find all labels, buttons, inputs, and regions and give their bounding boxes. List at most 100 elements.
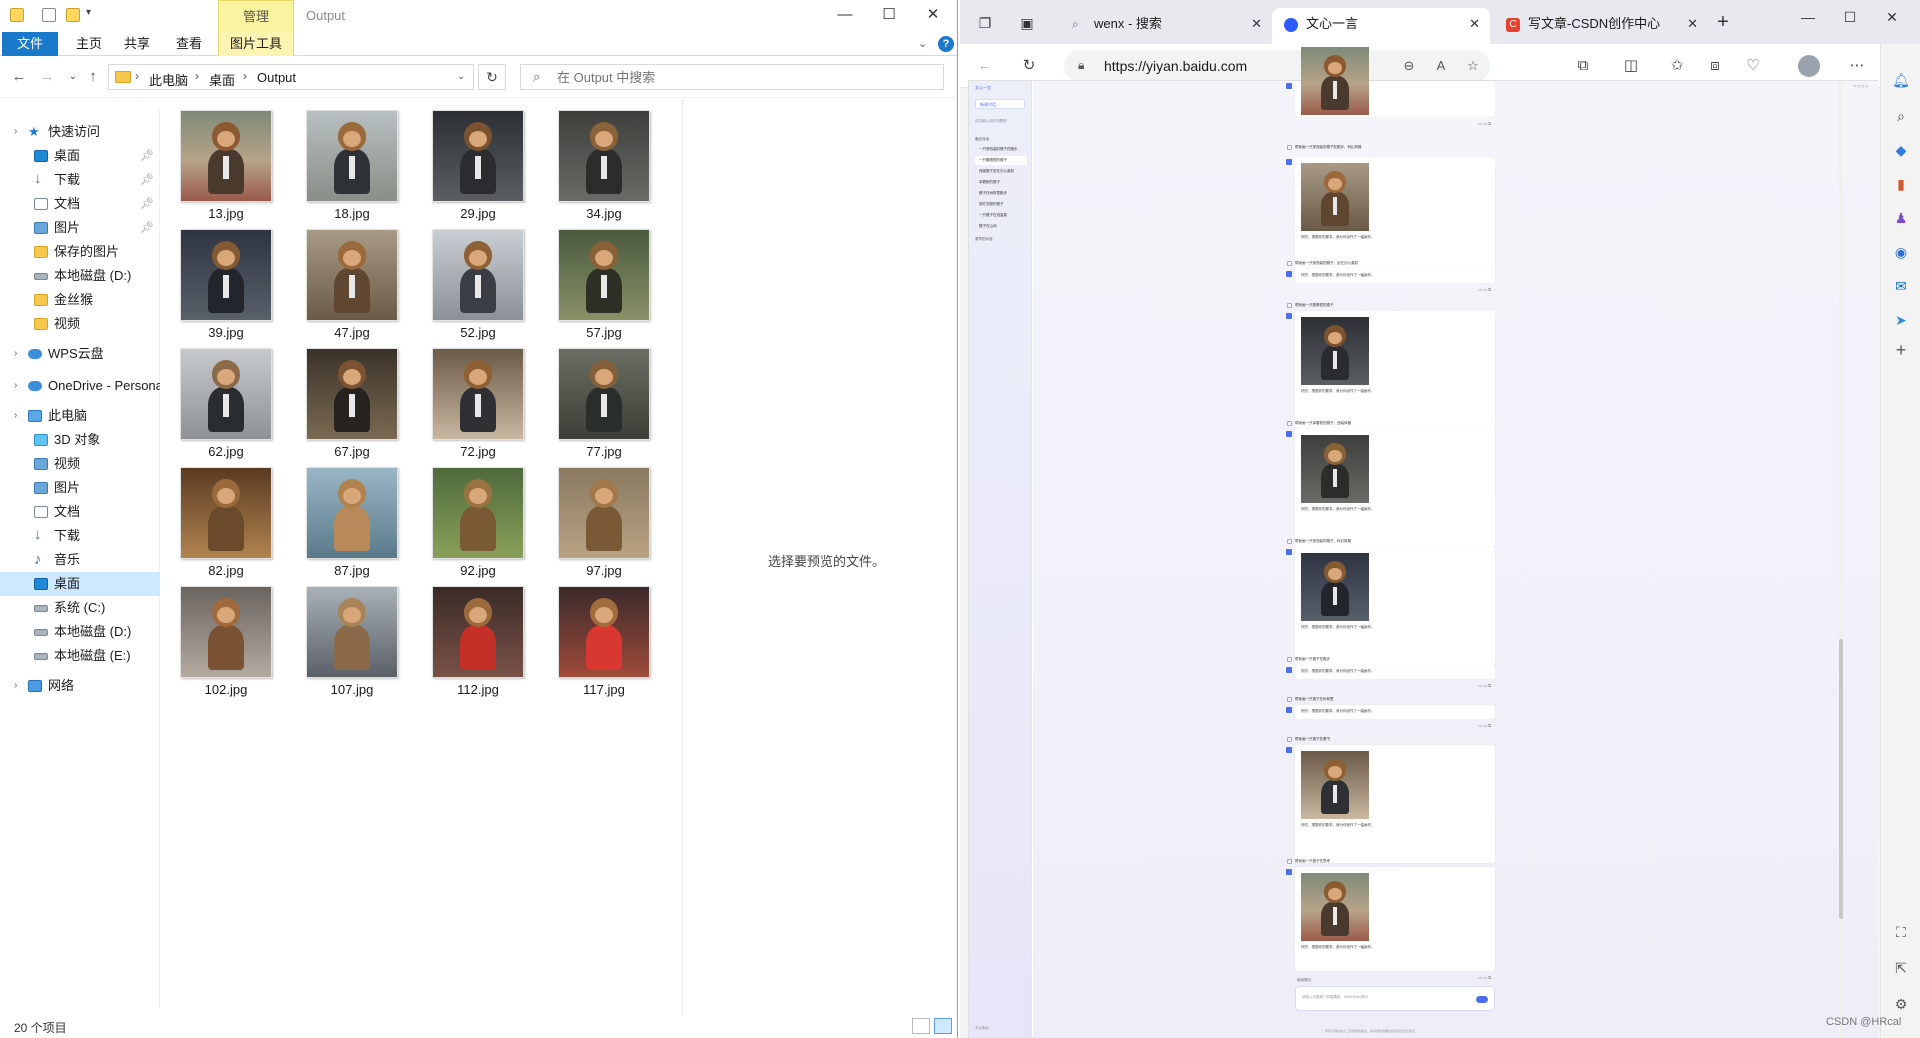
thumbnail-image[interactable] bbox=[432, 348, 524, 440]
generated-image[interactable] bbox=[1301, 873, 1369, 941]
history-item[interactable]: 拿着枪的猴子 bbox=[975, 178, 1027, 187]
file-thumbnail[interactable]: 52.jpg bbox=[418, 219, 524, 340]
answer-feedback-icons[interactable]: 👍︎ 👎︎ ⧉ bbox=[1478, 121, 1491, 127]
nav-item[interactable]: 金丝猴 bbox=[0, 288, 160, 312]
preview-pane-divider[interactable] bbox=[682, 100, 683, 1020]
expand-chevron-icon[interactable]: › bbox=[14, 404, 17, 428]
address-bar[interactable]: › 此电脑 › 桌面 › Output ⌄ bbox=[108, 64, 474, 90]
file-thumbnail[interactable]: 87.jpg bbox=[292, 457, 398, 578]
generated-image[interactable] bbox=[1301, 553, 1369, 621]
nav-item[interactable]: › OneDrive - Persona bbox=[0, 374, 160, 398]
chevron-right-icon[interactable]: › bbox=[243, 69, 247, 83]
yiyan-logo[interactable]: 文心一言 bbox=[975, 85, 991, 91]
answer-feedback-icons[interactable]: 👍︎ 👎︎ ⧉ bbox=[1478, 683, 1491, 689]
file-thumbnail[interactable]: 29.jpg bbox=[418, 100, 524, 221]
screenshot-icon[interactable]: ⛶ bbox=[1891, 922, 1911, 942]
file-thumbnail[interactable]: 82.jpg bbox=[166, 457, 272, 578]
thumbnail-image[interactable] bbox=[306, 467, 398, 559]
thumbnail-image[interactable] bbox=[558, 467, 650, 559]
file-thumbnail[interactable]: 18.jpg bbox=[292, 100, 398, 221]
up-arrow-icon[interactable]: ↑ bbox=[82, 66, 104, 88]
scrollbar-thumb[interactable] bbox=[1839, 639, 1843, 919]
history-item[interactable]: 猴子在树林里跑步 bbox=[975, 189, 1027, 198]
file-thumbnail[interactable]: 97.jpg bbox=[544, 457, 650, 578]
file-thumbnail[interactable]: 47.jpg bbox=[292, 219, 398, 340]
favorites-icon[interactable]: ✩ bbox=[1666, 55, 1688, 77]
file-thumbnail[interactable]: 92.jpg bbox=[418, 457, 524, 578]
nav-item[interactable]: ↓ 下载 📌︎ bbox=[0, 168, 160, 192]
back-arrow-icon[interactable]: ← bbox=[974, 55, 996, 77]
help-icon[interactable]: ? bbox=[938, 36, 954, 52]
refresh-icon[interactable]: ↻ bbox=[1018, 55, 1040, 77]
close-button[interactable]: ✕ bbox=[910, 0, 956, 32]
large-icons-view-icon[interactable] bbox=[934, 1018, 952, 1034]
nav-item[interactable]: 系统 (C:) bbox=[0, 596, 160, 620]
favorite-star-icon[interactable]: ☆ bbox=[1462, 55, 1484, 77]
profile-avatar[interactable] bbox=[1798, 55, 1820, 77]
thumbnail-image[interactable] bbox=[432, 586, 524, 678]
expand-ribbon-icon[interactable]: ⌄ bbox=[918, 37, 927, 50]
back-arrow-icon[interactable]: ← bbox=[8, 66, 30, 88]
thumbnail-image[interactable] bbox=[306, 586, 398, 678]
thumbnail-image[interactable] bbox=[558, 229, 650, 321]
games-icon[interactable]: ♟ bbox=[1891, 208, 1911, 228]
read-aloud-icon[interactable]: A bbox=[1430, 55, 1452, 77]
tab-wenxin-yiyan[interactable]: 文心一言 ✕ bbox=[1272, 8, 1490, 44]
thumbnail-image[interactable] bbox=[306, 110, 398, 202]
workspaces-icon[interactable]: ❐ bbox=[974, 12, 996, 34]
nav-item[interactable]: 桌面 📌︎ bbox=[0, 144, 160, 168]
file-thumbnail[interactable]: 62.jpg bbox=[166, 338, 272, 459]
browser-essentials-icon[interactable]: ♡ bbox=[1742, 55, 1764, 77]
manage-context-tab[interactable]: 管理 bbox=[218, 0, 294, 32]
thumbnail-image[interactable] bbox=[432, 467, 524, 559]
file-name[interactable]: 112.jpg bbox=[418, 682, 538, 697]
tab-actions-icon[interactable]: ▣ bbox=[1016, 12, 1038, 34]
details-view-icon[interactable] bbox=[912, 1018, 930, 1034]
collections-icon[interactable]: ⧈ bbox=[1704, 55, 1726, 77]
settings-gear-icon[interactable]: ⚙ bbox=[1891, 994, 1911, 1014]
nav-item[interactable]: 文档 bbox=[0, 500, 160, 524]
maximize-button[interactable]: ☐ bbox=[1830, 6, 1870, 28]
nav-item[interactable]: 本地磁盘 (D:) bbox=[0, 264, 160, 288]
file-thumbnail[interactable]: 107.jpg bbox=[292, 576, 398, 697]
user-center[interactable]: 个人中心 bbox=[975, 1026, 989, 1031]
minimize-button[interactable]: — bbox=[822, 0, 868, 32]
thumbnail-image[interactable] bbox=[558, 348, 650, 440]
history-item[interactable]: 西装猴子坐在办公桌前 bbox=[975, 167, 1027, 176]
generated-image[interactable] bbox=[1301, 163, 1369, 231]
thumbnail-image[interactable] bbox=[432, 110, 524, 202]
tools-icon[interactable]: ▮ bbox=[1891, 174, 1911, 194]
tab-view[interactable]: 查看 bbox=[166, 32, 212, 56]
thumbnail-image[interactable] bbox=[180, 110, 272, 202]
file-thumbnail[interactable]: 102.jpg bbox=[166, 576, 272, 697]
thumbnail-image[interactable] bbox=[306, 348, 398, 440]
url-text[interactable]: https://yiyan.baidu.com bbox=[1104, 58, 1247, 74]
breadcrumb-output[interactable]: Output bbox=[257, 70, 296, 85]
history-item[interactable]: 穿红衣服的猴子 bbox=[975, 200, 1027, 209]
file-name[interactable]: 117.jpg bbox=[544, 682, 664, 697]
tab-share[interactable]: 共享 bbox=[114, 32, 160, 56]
history-item[interactable]: 一只猴子在泡温泉 bbox=[975, 211, 1027, 220]
thumbnail-image[interactable] bbox=[180, 229, 272, 321]
close-tab-icon[interactable]: ✕ bbox=[1687, 8, 1698, 40]
file-thumbnail[interactable]: 57.jpg bbox=[544, 219, 650, 340]
nav-item[interactable]: › WPS云盘 bbox=[0, 342, 160, 366]
top-right-links[interactable]: ⊙ ◻ ◻ ◻ bbox=[1853, 84, 1868, 88]
page-scrollbar[interactable] bbox=[1839, 81, 1843, 1038]
chevron-right-icon[interactable]: › bbox=[135, 69, 139, 83]
outlook-icon[interactable]: ✉ bbox=[1891, 276, 1911, 296]
file-thumbnail[interactable]: 77.jpg bbox=[544, 338, 650, 459]
expand-chevron-icon[interactable]: › bbox=[14, 374, 17, 398]
expand-chevron-icon[interactable]: › bbox=[14, 120, 17, 144]
nav-item[interactable]: › ★ 快速访问 bbox=[0, 120, 160, 144]
shopping-tag-icon[interactable]: ◆ bbox=[1891, 140, 1911, 160]
microsoft-365-icon[interactable]: ◉ bbox=[1891, 242, 1911, 262]
split-screen-icon[interactable]: ◫ bbox=[1620, 55, 1642, 77]
close-tab-icon[interactable]: ✕ bbox=[1469, 8, 1480, 40]
file-thumbnail[interactable]: 34.jpg bbox=[544, 100, 650, 221]
drop-icon[interactable]: ➤ bbox=[1891, 310, 1911, 330]
history-more[interactable]: 更早的对话 bbox=[975, 237, 993, 242]
nav-item[interactable]: 图片 📌︎ bbox=[0, 216, 160, 240]
answer-feedback-icons[interactable]: 👍︎ 👎︎ ⧉ bbox=[1478, 975, 1491, 981]
forward-arrow-icon[interactable]: → bbox=[36, 66, 58, 88]
